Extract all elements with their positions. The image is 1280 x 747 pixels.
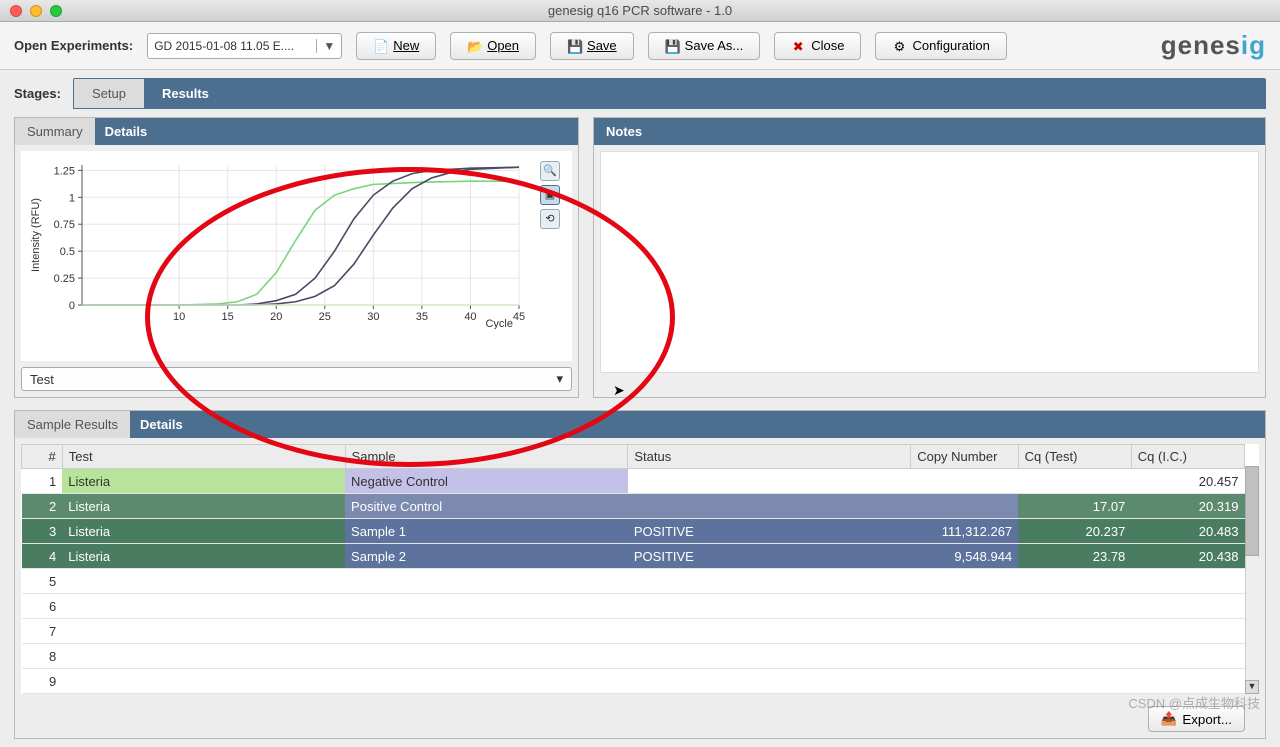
svg-text:30: 30 bbox=[367, 311, 379, 323]
save-icon: 💾 bbox=[567, 39, 581, 53]
tab-results-details[interactable]: Details bbox=[140, 417, 195, 432]
svg-text:40: 40 bbox=[464, 311, 476, 323]
test-select[interactable]: Test ▾ bbox=[21, 367, 572, 391]
reset-zoom-icon[interactable]: ⟲ bbox=[540, 209, 560, 229]
open-button[interactable]: 📂Open bbox=[450, 32, 536, 60]
close-button[interactable]: ✖Close bbox=[774, 32, 861, 60]
file-new-icon: 📄 bbox=[373, 39, 387, 53]
svg-text:0.25: 0.25 bbox=[54, 273, 75, 285]
zoom-box-icon[interactable]: ▣ bbox=[540, 185, 560, 205]
svg-text:45: 45 bbox=[513, 311, 525, 323]
tab-summary[interactable]: Summary bbox=[15, 118, 95, 145]
open-experiments-label: Open Experiments: bbox=[14, 38, 133, 53]
export-icon: 📤 bbox=[1161, 711, 1178, 727]
col-status[interactable]: Status bbox=[628, 445, 911, 469]
toolbar: Open Experiments: GD 2015-01-08 11.05 E.… bbox=[0, 22, 1280, 70]
stages-label: Stages: bbox=[14, 78, 73, 109]
svg-text:Intensity (RFU): Intensity (RFU) bbox=[30, 198, 42, 272]
table-row[interactable]: 8 bbox=[22, 644, 1245, 669]
svg-text:25: 25 bbox=[319, 311, 331, 323]
results-table: # Test Sample Status Copy Number Cq (Tes… bbox=[21, 444, 1245, 694]
table-row[interactable]: 1ListeriaNegative Control20.457 bbox=[22, 469, 1245, 494]
titlebar: genesig q16 PCR software - 1.0 bbox=[0, 0, 1280, 22]
chevron-down-icon: ▼ bbox=[316, 39, 335, 53]
col-cq-ic[interactable]: Cq (I.C.) bbox=[1131, 445, 1244, 469]
svg-text:10: 10 bbox=[173, 311, 185, 323]
tab-details[interactable]: Details bbox=[105, 124, 160, 139]
new-button[interactable]: 📄New bbox=[356, 32, 436, 60]
svg-text:0: 0 bbox=[69, 300, 75, 312]
col-sample[interactable]: Sample bbox=[345, 445, 628, 469]
details-panel: Summary Details 10 15 20 25 30 35 40 45 0 0.25 0.5… bbox=[14, 117, 579, 398]
folder-open-icon: 📂 bbox=[467, 39, 481, 53]
brand-logo: genesig bbox=[1161, 30, 1266, 61]
col-copy[interactable]: Copy Number bbox=[911, 445, 1018, 469]
table-row[interactable]: 6 bbox=[22, 594, 1245, 619]
svg-text:35: 35 bbox=[416, 311, 428, 323]
table-row[interactable]: 3ListeriaSample 1POSITIVE111,312.26720.2… bbox=[22, 519, 1245, 544]
notes-title: Notes bbox=[606, 124, 642, 139]
notes-textarea[interactable] bbox=[600, 151, 1259, 373]
close-icon: ✖ bbox=[791, 39, 805, 53]
col-cq-test[interactable]: Cq (Test) bbox=[1018, 445, 1131, 469]
svg-text:0.5: 0.5 bbox=[60, 246, 75, 258]
configuration-button[interactable]: ⚙Configuration bbox=[875, 32, 1006, 60]
tab-sample-results[interactable]: Sample Results bbox=[15, 411, 130, 438]
save-button[interactable]: 💾Save bbox=[550, 32, 634, 60]
svg-text:Cycle: Cycle bbox=[485, 318, 513, 329]
window-close-icon[interactable] bbox=[10, 5, 22, 17]
stages-tabbar: Setup Results bbox=[73, 78, 1266, 109]
amplification-chart: 10 15 20 25 30 35 40 45 0 0.25 0.5 0.75 1 1.25 Intensi… bbox=[21, 151, 572, 361]
notes-panel: Notes bbox=[593, 117, 1266, 398]
zoom-in-icon[interactable]: 🔍 bbox=[540, 161, 560, 181]
table-row[interactable]: 7 bbox=[22, 619, 1245, 644]
svg-text:20: 20 bbox=[270, 311, 282, 323]
save-as-icon: 💾 bbox=[665, 39, 679, 53]
experiment-select[interactable]: GD 2015-01-08 11.05 E.... ▼ bbox=[147, 33, 342, 59]
experiment-select-value: GD 2015-01-08 11.05 E.... bbox=[154, 39, 294, 53]
svg-text:1.25: 1.25 bbox=[54, 165, 75, 177]
svg-text:1: 1 bbox=[69, 192, 75, 204]
svg-text:0.75: 0.75 bbox=[54, 219, 75, 231]
table-row[interactable]: 2ListeriaPositive Control17.0720.319 bbox=[22, 494, 1245, 519]
col-test[interactable]: Test bbox=[62, 445, 345, 469]
window-title: genesig q16 PCR software - 1.0 bbox=[0, 3, 1280, 18]
gear-icon: ⚙ bbox=[892, 39, 906, 53]
table-row[interactable]: 4ListeriaSample 2POSITIVE9,548.94423.782… bbox=[22, 544, 1245, 569]
sample-results-panel: Sample Results Details # Test Sample Sta… bbox=[14, 410, 1266, 739]
table-row[interactable]: 9 bbox=[22, 669, 1245, 694]
col-num[interactable]: # bbox=[22, 445, 63, 469]
window-zoom-icon[interactable] bbox=[50, 5, 62, 17]
window-minimize-icon[interactable] bbox=[30, 5, 42, 17]
svg-text:15: 15 bbox=[222, 311, 234, 323]
chart-svg: 10 15 20 25 30 35 40 45 0 0.25 0.5 0.75 1 1.25 Intensi… bbox=[27, 159, 547, 329]
tab-setup[interactable]: Setup bbox=[74, 79, 144, 108]
tab-results[interactable]: Results bbox=[144, 79, 227, 108]
scroll-down-icon[interactable]: ▼ bbox=[1245, 680, 1259, 694]
chevron-down-icon: ▾ bbox=[556, 371, 563, 387]
table-row[interactable]: 5 bbox=[22, 569, 1245, 594]
test-select-value: Test bbox=[30, 372, 54, 387]
save-as-button[interactable]: 💾Save As... bbox=[648, 32, 761, 60]
scroll-thumb[interactable] bbox=[1245, 466, 1259, 556]
watermark: CSDN @点成生物科技 bbox=[1128, 693, 1260, 712]
